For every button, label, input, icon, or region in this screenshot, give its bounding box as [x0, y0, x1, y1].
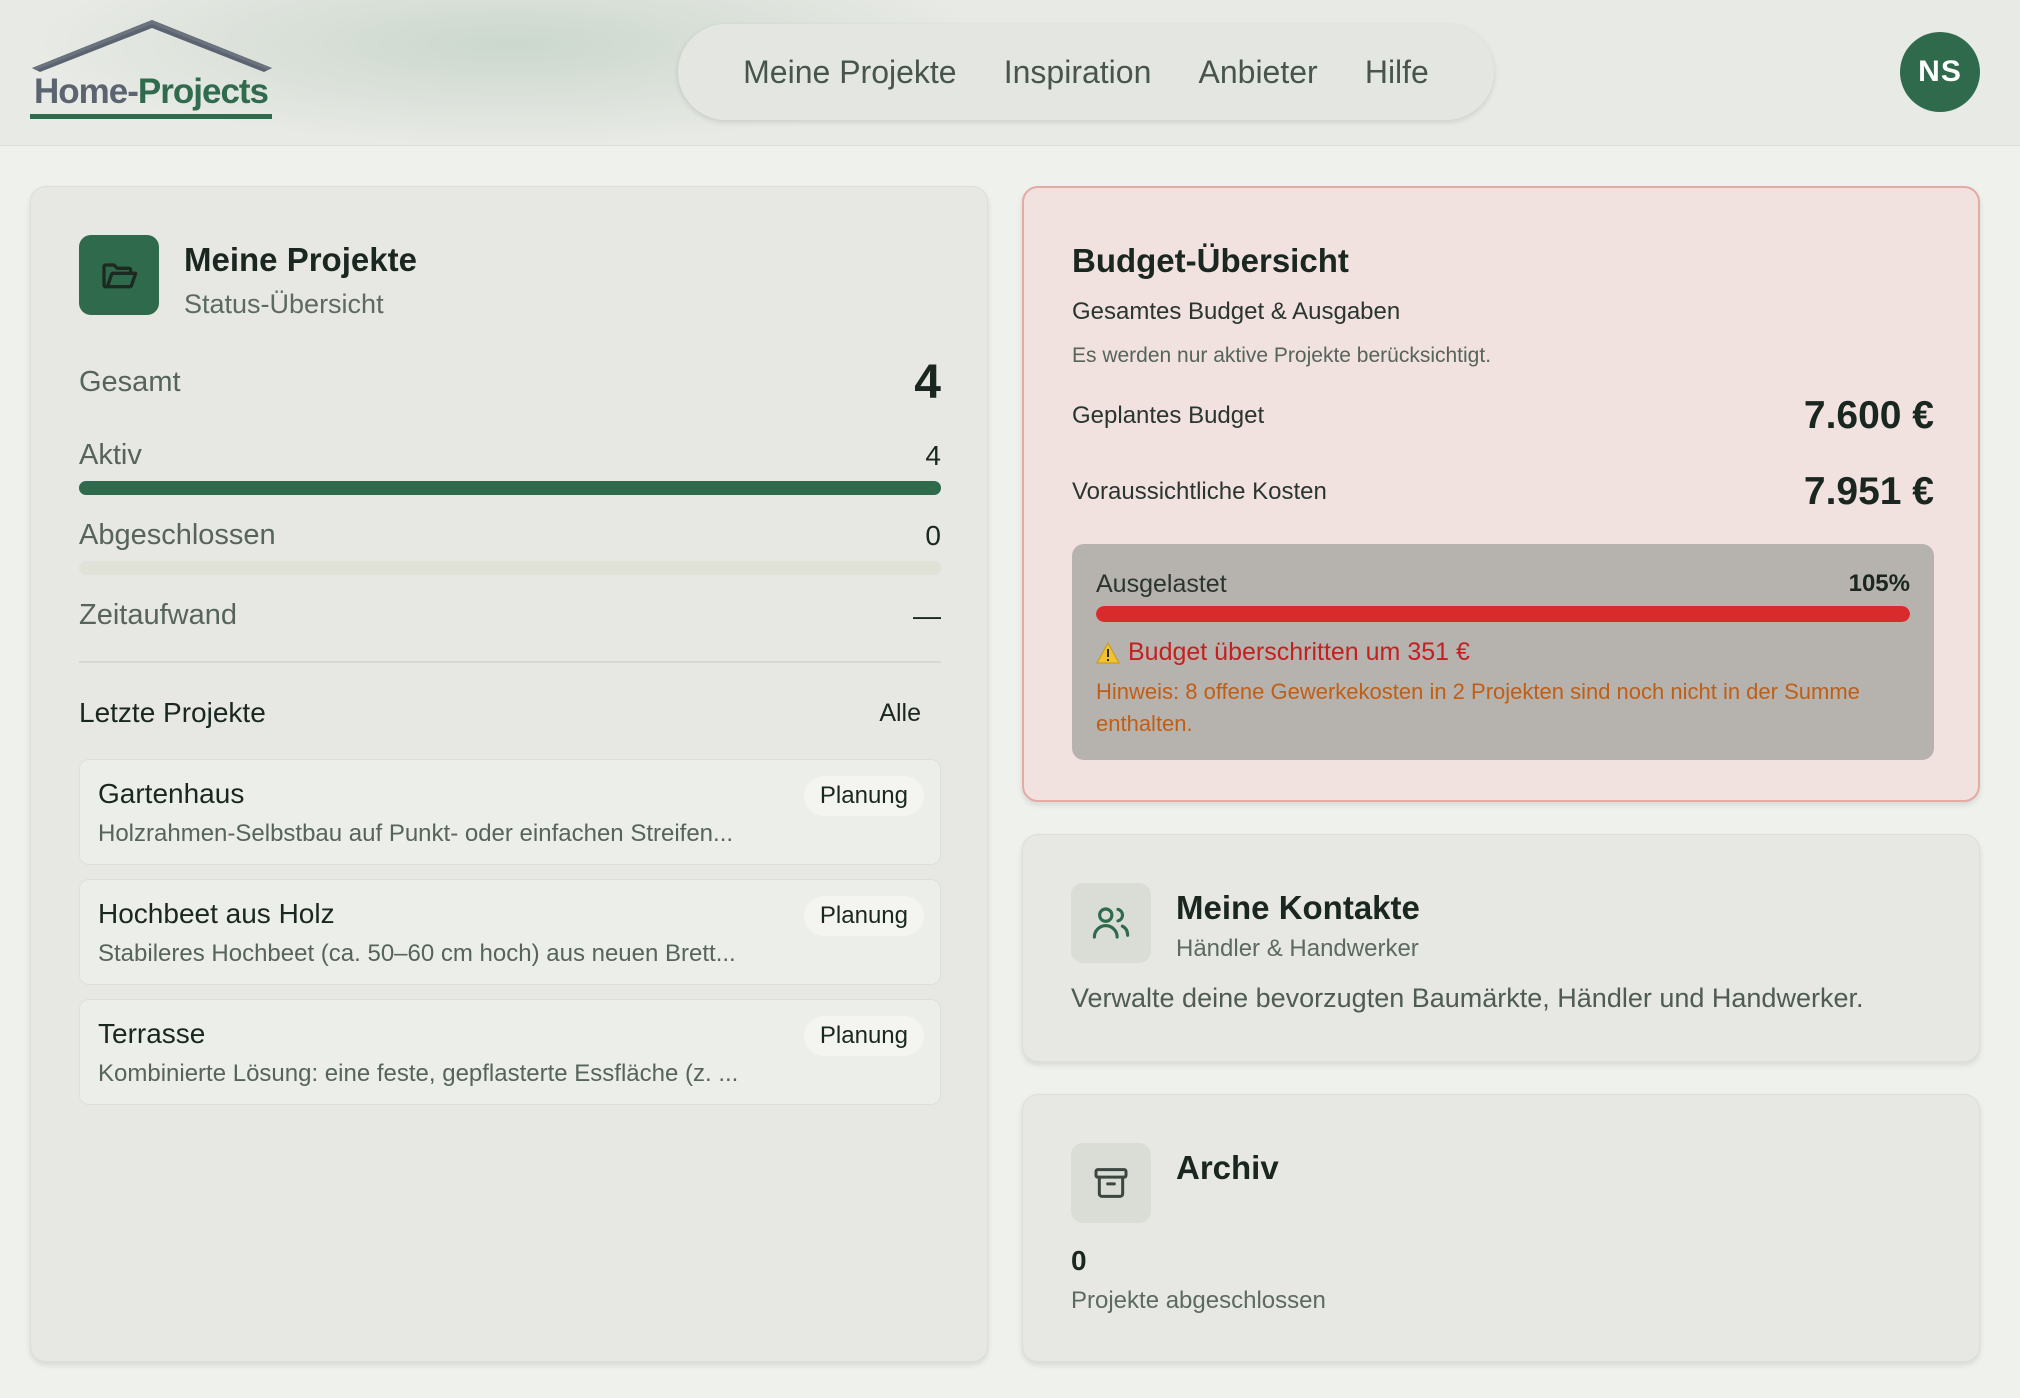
utilization-header: Ausgelastet 105% — [1096, 570, 1910, 599]
budget-warning: Budget überschritten um 351 € — [1096, 638, 1470, 667]
expected-costs-value: 7.951 € — [1803, 470, 1934, 513]
stat-total-label: Gesamt — [79, 366, 181, 398]
users-icon — [1071, 883, 1151, 963]
stat-total-value: 4 — [914, 356, 941, 409]
nav-hilfe[interactable]: Hilfe — [1365, 54, 1429, 91]
expected-costs-label: Voraussichtliche Kosten — [1072, 478, 1327, 505]
utilization-bar — [1096, 606, 1910, 622]
stat-done: Abgeschlossen 0 — [79, 519, 941, 552]
stat-active-value: 4 — [925, 439, 941, 471]
budget-warning-text: Budget überschritten um 351 € — [1128, 638, 1470, 666]
archive-title: Archiv — [1176, 1149, 1279, 1186]
stat-done-label: Abgeschlossen — [79, 519, 276, 551]
project-description: Holzrahmen-Selbstbau auf Punkt- oder ein… — [98, 820, 734, 847]
utilization-fill — [1096, 606, 1910, 622]
planned-budget-row: Geplantes Budget 7.600 € — [1072, 394, 1934, 438]
archive-box-icon — [1071, 1143, 1151, 1223]
stat-active: Aktiv 4 — [79, 439, 941, 472]
archive-count-label: Projekte abgeschlossen — [1071, 1287, 1326, 1314]
budget-card: Budget-Übersicht Gesamtes Budget & Ausga… — [1022, 186, 1980, 802]
project-item-terrasse[interactable]: Terrasse Kombinierte Lösung: eine feste,… — [79, 999, 941, 1105]
stat-time-label: Zeitaufwand — [79, 599, 237, 631]
budget-title: Budget-Übersicht — [1072, 242, 1349, 279]
contacts-card[interactable]: Meine Kontakte Händler & Handwerker Verw… — [1022, 834, 1980, 1062]
recent-projects-header: Letzte Projekte Alle — [79, 697, 941, 729]
projects-card: Meine Projekte Status-Übersicht Gesamt 4… — [30, 186, 988, 1362]
divider — [79, 661, 941, 663]
brand-logo[interactable]: Home-Projects — [28, 18, 276, 126]
budget-utilization-box: Ausgelastet 105% Budget überschritten um… — [1072, 544, 1934, 760]
project-name: Terrasse — [98, 1018, 206, 1049]
utilization-percent: 105% — [1848, 570, 1910, 597]
project-description: Kombinierte Lösung: eine feste, gepflast… — [98, 1060, 739, 1087]
status-badge: Planung — [803, 896, 924, 936]
stat-time-value: — — [913, 599, 941, 631]
utilization-label: Ausgelastet — [1096, 570, 1227, 598]
stat-active-label: Aktiv — [79, 439, 142, 471]
projects-title: Meine Projekte — [184, 241, 417, 278]
status-badge: Planung — [803, 776, 924, 816]
contacts-subtitle: Händler & Handwerker — [1176, 935, 1419, 962]
user-avatar[interactable]: NS — [1900, 32, 1980, 112]
warning-triangle-icon — [1096, 641, 1120, 663]
folder-open-icon — [79, 235, 159, 315]
archive-card[interactable]: Archiv 0 Projekte abgeschlossen — [1022, 1094, 1980, 1362]
nav-inspiration[interactable]: Inspiration — [1004, 54, 1152, 91]
brand-name: Home-Projects — [34, 72, 269, 111]
expected-costs-row: Voraussichtliche Kosten 7.951 € — [1072, 470, 1934, 514]
nav-anbieter[interactable]: Anbieter — [1199, 54, 1318, 91]
recent-projects-title: Letzte Projekte — [79, 697, 266, 728]
project-item-gartenhaus[interactable]: Gartenhaus Holzrahmen-Selbstbau auf Punk… — [79, 759, 941, 865]
project-item-hochbeet[interactable]: Hochbeet aus Holz Stabileres Hochbeet (c… — [79, 879, 941, 985]
project-name: Gartenhaus — [98, 778, 245, 809]
contacts-title: Meine Kontakte — [1176, 889, 1420, 926]
budget-note: Es werden nur aktive Projekte berücksich… — [1072, 344, 1492, 367]
main-nav: Meine Projekte Inspiration Anbieter Hilf… — [678, 24, 1494, 120]
active-progress-fill — [79, 481, 941, 495]
project-name: Hochbeet aus Holz — [98, 898, 335, 929]
nav-meine-projekte[interactable]: Meine Projekte — [743, 54, 956, 91]
contacts-text: Verwalte deine bevorzugten Baumärkte, Hä… — [1071, 983, 1864, 1013]
project-description: Stabileres Hochbeet (ca. 50–60 cm hoch) … — [98, 940, 736, 967]
top-bar: Home-Projects Meine Projekte Inspiration… — [0, 0, 2020, 146]
stat-total: Gesamt 4 — [79, 355, 941, 410]
done-progress-bar — [79, 561, 941, 575]
all-projects-link[interactable]: Alle — [879, 699, 941, 728]
planned-budget-value: 7.600 € — [1803, 394, 1934, 437]
active-progress-bar — [79, 481, 941, 495]
status-badge: Planung — [803, 1016, 924, 1056]
projects-subtitle: Status-Übersicht — [184, 289, 384, 319]
stat-done-value: 0 — [925, 519, 941, 551]
stat-time: Zeitaufwand — — [79, 599, 941, 632]
budget-subtitle: Gesamtes Budget & Ausgaben — [1072, 298, 1401, 325]
budget-hint: Hinweis: 8 offene Gewerkekosten in 2 Pro… — [1096, 679, 1860, 736]
planned-budget-label: Geplantes Budget — [1072, 402, 1265, 429]
archive-count: 0 — [1071, 1245, 1087, 1276]
